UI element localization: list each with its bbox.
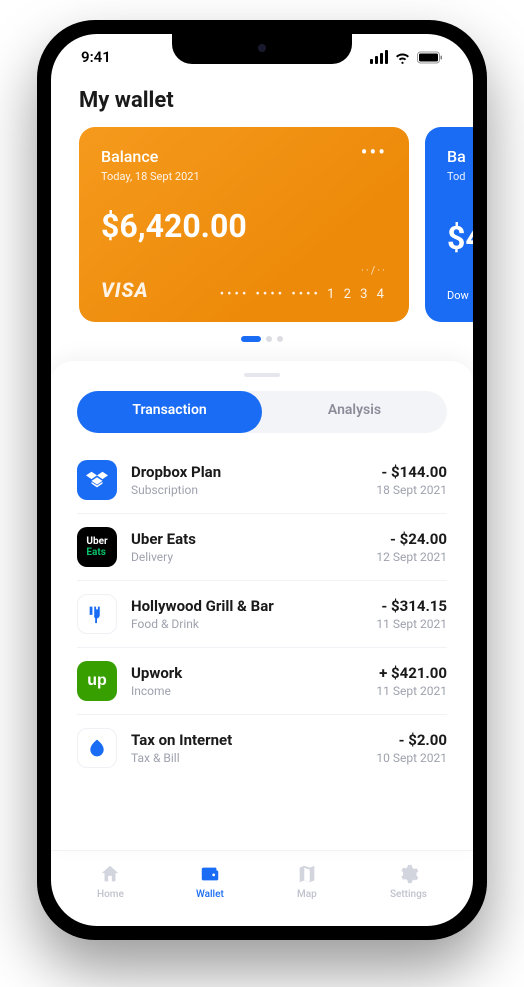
tab-analysis[interactable]: Analysis: [262, 391, 447, 433]
nav-map[interactable]: Map: [296, 863, 318, 900]
tabs: Transaction Analysis: [77, 391, 447, 433]
tx-category: Income: [131, 684, 376, 698]
leaf-icon: [77, 728, 117, 768]
tab-transaction[interactable]: Transaction: [77, 391, 262, 433]
tx-amount: - $144.00: [376, 463, 447, 481]
wallet-icon: [199, 863, 221, 885]
card-date: Tod: [447, 170, 473, 183]
dropbox-icon: [77, 460, 117, 500]
signal-icon: [370, 50, 388, 64]
tx-category: Delivery: [131, 550, 376, 564]
nav-label: Map: [297, 889, 317, 900]
home-icon: [99, 863, 121, 885]
card-number: •••• •••• •••• 1 2 3 4: [220, 287, 387, 302]
card-label: Balance: [101, 147, 200, 166]
nav-wallet[interactable]: Wallet: [196, 863, 224, 900]
transaction-row[interactable]: Hollywood Grill & Bar Food & Drink- $314.…: [77, 581, 447, 648]
pager-dot: [266, 336, 272, 342]
tx-date: 12 Sept 2021: [376, 550, 447, 564]
nav-home[interactable]: Home: [97, 863, 124, 900]
tx-amount: - $2.00: [376, 731, 447, 749]
carousel-pager: [51, 322, 473, 360]
wallet-card-primary[interactable]: Balance Today, 18 Sept 2021 ••• $6,420.0…: [79, 127, 409, 322]
tx-title: Uber Eats: [131, 530, 376, 548]
tx-date: 10 Sept 2021: [376, 751, 447, 765]
card-amount: $6,420.00: [101, 207, 387, 245]
tx-date: 11 Sept 2021: [376, 684, 447, 698]
bottom-sheet: Transaction Analysis Dropbox Plan Subscri…: [51, 360, 473, 850]
card-amount: $4: [447, 219, 473, 257]
transaction-row[interactable]: UberEats Uber Eats Delivery- $24.00 12 Sept…: [77, 514, 447, 581]
ubereats-icon: UberEats: [77, 527, 117, 567]
upwork-icon: up: [77, 661, 117, 701]
transaction-row[interactable]: Tax on Internet Tax & Bill- $2.00 10 Sept …: [77, 715, 447, 781]
nav-settings[interactable]: Settings: [390, 863, 427, 900]
tx-amount: + $421.00: [376, 664, 447, 682]
tx-date: 18 Sept 2021: [376, 483, 447, 497]
transaction-list[interactable]: Dropbox Plan Subscription- $144.00 18 Sept…: [51, 447, 473, 850]
tx-date: 11 Sept 2021: [376, 617, 447, 631]
card-more-icon[interactable]: •••: [361, 147, 387, 157]
gear-icon: [397, 863, 419, 885]
tx-category: Subscription: [131, 483, 376, 497]
page-title: My wallet: [79, 88, 445, 113]
map-icon: [296, 863, 318, 885]
tx-category: Food & Drink: [131, 617, 376, 631]
restaurant-icon: [77, 594, 117, 634]
tx-amount: - $24.00: [376, 530, 447, 548]
tx-title: Hollywood Grill & Bar: [131, 597, 376, 615]
pager-dot: [277, 336, 283, 342]
battery-icon: [417, 51, 443, 64]
bottom-nav: Home Wallet Map Settings: [51, 850, 473, 926]
tx-title: Dropbox Plan: [131, 463, 376, 481]
nav-label: Wallet: [196, 889, 224, 900]
sheet-handle[interactable]: [244, 373, 280, 377]
nav-label: Home: [97, 889, 124, 900]
header: My wallet: [51, 70, 473, 127]
tx-category: Tax & Bill: [131, 751, 376, 765]
visa-logo: VISA: [101, 278, 149, 302]
pager-dot-active: [241, 336, 261, 342]
card-extra: Dow: [447, 289, 473, 302]
wallet-card-secondary[interactable]: Ba Tod $4 Dow: [425, 127, 473, 322]
tx-amount: - $314.15: [376, 597, 447, 615]
tx-title: Upwork: [131, 664, 376, 682]
nav-label: Settings: [390, 889, 427, 900]
wifi-icon: [394, 51, 411, 64]
card-label: Ba: [447, 147, 473, 166]
status-time: 9:41: [81, 48, 111, 66]
cards-carousel[interactable]: Balance Today, 18 Sept 2021 ••• $6,420.0…: [51, 127, 473, 322]
card-expiry: ··/··: [361, 264, 387, 277]
transaction-row[interactable]: Dropbox Plan Subscription- $144.00 18 Sept…: [77, 447, 447, 514]
card-date: Today, 18 Sept 2021: [101, 170, 200, 183]
transaction-row[interactable]: up Upwork Income+ $421.00 11 Sept 2021: [77, 648, 447, 715]
tx-title: Tax on Internet: [131, 731, 376, 749]
